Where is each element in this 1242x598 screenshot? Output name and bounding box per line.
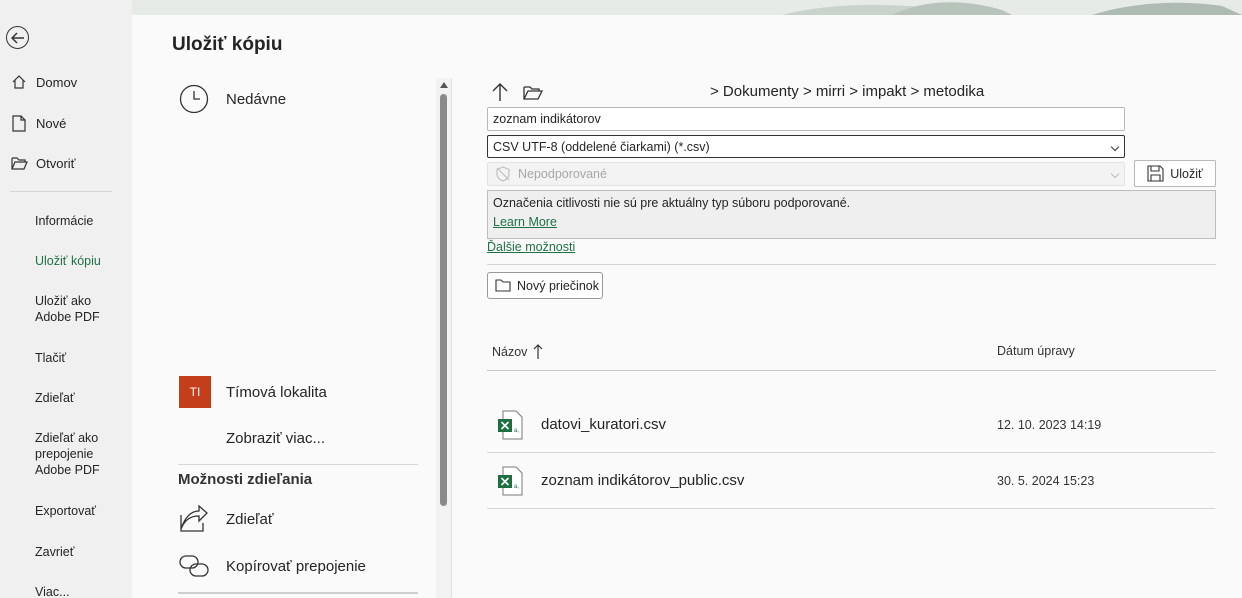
sensitivity-info-message: Označenia citlivosti nie sú pre aktuálny… [493, 196, 851, 210]
new-document-icon [10, 114, 28, 132]
share-option[interactable]: Zdieľať [179, 505, 274, 533]
new-folder-label: Nový priečinok [517, 278, 599, 293]
sensitivity-select: Nepodporované [487, 162, 1125, 186]
nav-item-share-pdf-link[interactable]: Zdieľať ako prepojenie Adobe PDF [35, 430, 110, 478]
column-header-date[interactable]: Dátum úpravy [997, 344, 1075, 358]
header-divider [487, 370, 1216, 371]
new-folder-button[interactable]: Nový priečinok [487, 272, 603, 299]
file-row[interactable]: a, zoznam indikátorov_public.csv 30. 5. … [487, 453, 1215, 509]
nav-item-save-pdf[interactable]: Uložiť ako Adobe PDF [35, 293, 125, 325]
sharing-divider [178, 592, 418, 594]
header-banner [132, 0, 1242, 15]
learn-more-link[interactable]: Learn More [493, 215, 557, 229]
file-date: 12. 10. 2023 14:19 [997, 418, 1102, 432]
column-name-label: Názov [492, 345, 528, 359]
copy-link-option-label: Kopírovať prepojenie [226, 557, 366, 575]
nav-item-export[interactable]: Exportovať [35, 503, 125, 519]
nav-open[interactable]: Otvoriť [10, 154, 76, 172]
page-title: Uložiť kópiu [172, 34, 283, 55]
browse-folder-icon[interactable] [522, 82, 544, 102]
nav-new-label: Nové [36, 115, 67, 131]
copy-link-option[interactable]: Kopírovať prepojenie [179, 553, 366, 579]
nav-item-more[interactable]: Viac... [35, 584, 125, 598]
back-arrow-icon[interactable] [6, 26, 29, 49]
scroll-up-arrow-icon[interactable] [440, 82, 448, 88]
save-button[interactable]: Uložiť [1134, 160, 1216, 187]
excel-csv-icon: a, [497, 410, 523, 440]
chevron-down-icon [1110, 169, 1120, 179]
chevron-down-icon [1110, 142, 1120, 151]
sharing-options-heading: Možnosti zdieľania [178, 471, 313, 488]
filetype-select[interactable]: CSV UTF-8 (oddelené čiarkami) (*.csv) [487, 135, 1125, 158]
file-name: zoznam indikátorov_public.csv [541, 472, 745, 489]
excel-csv-icon: a, [497, 466, 523, 496]
svg-text:a,: a, [514, 484, 519, 490]
nav-home-label: Domov [36, 74, 78, 90]
nav-divider [10, 191, 112, 192]
column-header-name[interactable]: Názov [492, 344, 543, 360]
options-divider [487, 264, 1216, 265]
filename-input[interactable]: zoznam indikátorov [487, 107, 1125, 131]
file-row[interactable]: a, datovi_kuratori.csv 12. 10. 2023 14:1… [487, 397, 1215, 453]
row-divider [487, 508, 1215, 509]
backstage-nav: Domov Nové Otvoriť Informácie Uložiť kóp… [0, 0, 132, 598]
location-team-site[interactable]: TI Tímová lokalita [179, 376, 327, 408]
share-icon [179, 505, 209, 533]
filetype-value: CSV UTF-8 (oddelené čiarkami) (*.csv) [493, 139, 710, 154]
nav-open-label: Otvoriť [36, 155, 76, 171]
filename-value: zoznam indikátorov [493, 112, 601, 126]
show-more-link[interactable]: Zobraziť viac... [226, 430, 325, 447]
breadcrumb[interactable]: > Dokumenty > mirri > impakt > metodika [710, 83, 984, 100]
location-team-site-label: Tímová lokalita [226, 383, 327, 401]
nav-item-info[interactable]: Informácie [35, 213, 125, 229]
svg-text:a,: a, [514, 428, 519, 434]
file-name: datovi_kuratori.csv [541, 416, 667, 433]
home-icon [10, 73, 28, 91]
save-icon [1147, 165, 1164, 182]
file-date: 30. 5. 2024 15:23 [997, 474, 1095, 488]
locations-divider [178, 464, 418, 465]
save-button-label: Uložiť [1170, 166, 1203, 181]
main-panel [132, 15, 1242, 598]
column-date-label: Dátum úpravy [997, 344, 1075, 358]
team-site-badge: TI [179, 376, 211, 408]
sensitivity-info-box: Označenia citlivosti nie sú pre aktuálny… [487, 190, 1216, 239]
nav-item-save-copy[interactable]: Uložiť kópiu [35, 253, 125, 269]
link-icon [179, 553, 209, 579]
nav-item-close[interactable]: Zavrieť [35, 544, 125, 560]
location-recent-label: Nedávne [226, 90, 287, 108]
location-recent[interactable]: Nedávne [179, 84, 286, 114]
more-options-link[interactable]: Ďalšie možnosti [487, 240, 575, 254]
nav-home[interactable]: Domov [10, 73, 77, 91]
open-folder-icon [10, 154, 28, 172]
folder-icon [495, 279, 511, 292]
sort-ascending-icon [533, 344, 543, 360]
nav-item-share[interactable]: Zdieľať [35, 390, 125, 406]
up-arrow-icon[interactable] [490, 82, 510, 102]
nav-item-print[interactable]: Tlačiť [35, 350, 125, 366]
scrollbar-thumb[interactable] [440, 94, 447, 506]
share-option-label: Zdieľať [226, 510, 274, 528]
nav-new[interactable]: Nové [10, 114, 66, 132]
clock-icon [179, 84, 209, 114]
sensitivity-value: Nepodporované [518, 167, 607, 181]
sensitivity-icon [495, 166, 511, 182]
